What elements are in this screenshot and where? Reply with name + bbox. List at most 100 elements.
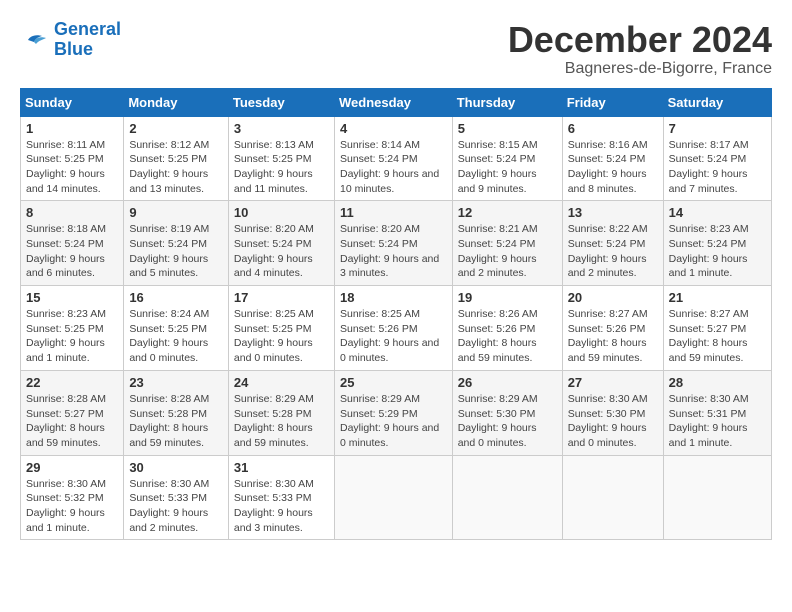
day-info: Sunrise: 8:26 AMSunset: 5:26 PMDaylight:… xyxy=(458,307,557,366)
day-number: 6 xyxy=(568,121,658,136)
calendar-cell: 1 Sunrise: 8:11 AMSunset: 5:25 PMDaylight… xyxy=(21,116,124,201)
day-number: 19 xyxy=(458,290,557,305)
calendar-cell: 26Sunrise: 8:29 AMSunset: 5:30 PMDayligh… xyxy=(452,370,562,455)
calendar-cell xyxy=(334,455,452,540)
day-info: Sunrise: 8:14 AMSunset: 5:24 PMDaylight:… xyxy=(340,138,447,197)
day-info: Sunrise: 8:13 AMSunset: 5:25 PMDaylight:… xyxy=(234,138,329,197)
calendar-cell: 2 Sunrise: 8:12 AMSunset: 5:25 PMDaylight… xyxy=(124,116,229,201)
calendar-cell: 20 Sunrise: 8:27 AMSunset: 5:26 PMDayligh… xyxy=(562,286,663,371)
calendar-cell: 4Sunrise: 8:14 AMSunset: 5:24 PMDaylight… xyxy=(334,116,452,201)
day-info: Sunrise: 8:15 AMSunset: 5:24 PMDaylight:… xyxy=(458,138,557,197)
calendar-cell xyxy=(663,455,771,540)
day-number: 17 xyxy=(234,290,329,305)
calendar-cell: 16 Sunrise: 8:24 AMSunset: 5:25 PMDayligh… xyxy=(124,286,229,371)
day-number: 7 xyxy=(669,121,766,136)
day-number: 31 xyxy=(234,460,329,475)
day-info: Sunrise: 8:17 AMSunset: 5:24 PMDaylight:… xyxy=(669,138,766,197)
day-number: 21 xyxy=(669,290,766,305)
calendar-cell: 24Sunrise: 8:29 AMSunset: 5:28 PMDayligh… xyxy=(228,370,334,455)
day-number: 15 xyxy=(26,290,118,305)
title-area: December 2024 Bagneres-de-Bigorre, Franc… xyxy=(508,20,772,78)
calendar-cell: 13Sunrise: 8:22 AMSunset: 5:24 PMDayligh… xyxy=(562,201,663,286)
calendar-cell: 28Sunrise: 8:30 AMSunset: 5:31 PMDayligh… xyxy=(663,370,771,455)
col-header-thursday: Thursday xyxy=(452,88,562,116)
day-info: Sunrise: 8:19 AMSunset: 5:24 PMDaylight:… xyxy=(129,222,223,281)
calendar-cell: 9Sunrise: 8:19 AMSunset: 5:24 PMDaylight… xyxy=(124,201,229,286)
day-number: 18 xyxy=(340,290,447,305)
calendar-body: 1 Sunrise: 8:11 AMSunset: 5:25 PMDaylight… xyxy=(21,116,772,540)
col-header-saturday: Saturday xyxy=(663,88,771,116)
day-info: Sunrise: 8:25 AMSunset: 5:25 PMDaylight:… xyxy=(234,307,329,366)
calendar-cell: 25 Sunrise: 8:29 AMSunset: 5:29 PMDayligh… xyxy=(334,370,452,455)
day-info: Sunrise: 8:30 AMSunset: 5:33 PMDaylight:… xyxy=(234,477,329,536)
location-title: Bagneres-de-Bigorre, France xyxy=(508,60,772,78)
calendar-cell: 17 Sunrise: 8:25 AMSunset: 5:25 PMDayligh… xyxy=(228,286,334,371)
col-header-tuesday: Tuesday xyxy=(228,88,334,116)
day-number: 2 xyxy=(129,121,223,136)
day-number: 30 xyxy=(129,460,223,475)
calendar-cell: 31 Sunrise: 8:30 AMSunset: 5:33 PMDayligh… xyxy=(228,455,334,540)
day-info: Sunrise: 8:29 AMSunset: 5:29 PMDaylight:… xyxy=(340,392,447,451)
calendar-week-2: 8 Sunrise: 8:18 AMSunset: 5:24 PMDaylight… xyxy=(21,201,772,286)
day-number: 1 xyxy=(26,121,118,136)
day-number: 25 xyxy=(340,375,447,390)
calendar-week-4: 22Sunrise: 8:28 AMSunset: 5:27 PMDayligh… xyxy=(21,370,772,455)
calendar-cell: 5Sunrise: 8:15 AMSunset: 5:24 PMDaylight… xyxy=(452,116,562,201)
calendar-cell xyxy=(452,455,562,540)
day-info: Sunrise: 8:29 AMSunset: 5:28 PMDaylight:… xyxy=(234,392,329,451)
day-info: Sunrise: 8:30 AMSunset: 5:33 PMDaylight:… xyxy=(129,477,223,536)
day-number: 10 xyxy=(234,205,329,220)
day-info: Sunrise: 8:24 AMSunset: 5:25 PMDaylight:… xyxy=(129,307,223,366)
col-header-sunday: Sunday xyxy=(21,88,124,116)
day-number: 20 xyxy=(568,290,658,305)
day-info: Sunrise: 8:18 AMSunset: 5:24 PMDaylight:… xyxy=(26,222,118,281)
calendar-week-5: 29Sunrise: 8:30 AMSunset: 5:32 PMDayligh… xyxy=(21,455,772,540)
calendar-cell: 23 Sunrise: 8:28 AMSunset: 5:28 PMDayligh… xyxy=(124,370,229,455)
calendar-header-row: SundayMondayTuesdayWednesdayThursdayFrid… xyxy=(21,88,772,116)
day-number: 26 xyxy=(458,375,557,390)
col-header-friday: Friday xyxy=(562,88,663,116)
day-number: 14 xyxy=(669,205,766,220)
day-number: 3 xyxy=(234,121,329,136)
day-info: Sunrise: 8:30 AMSunset: 5:32 PMDaylight:… xyxy=(26,477,118,536)
calendar-cell: 14 Sunrise: 8:23 AMSunset: 5:24 PMDayligh… xyxy=(663,201,771,286)
day-info: Sunrise: 8:11 AMSunset: 5:25 PMDaylight:… xyxy=(26,138,118,197)
day-info: Sunrise: 8:20 AMSunset: 5:24 PMDaylight:… xyxy=(234,222,329,281)
day-info: Sunrise: 8:21 AMSunset: 5:24 PMDaylight:… xyxy=(458,222,557,281)
calendar-cell: 10 Sunrise: 8:20 AMSunset: 5:24 PMDayligh… xyxy=(228,201,334,286)
calendar-cell: 27 Sunrise: 8:30 AMSunset: 5:30 PMDayligh… xyxy=(562,370,663,455)
day-number: 27 xyxy=(568,375,658,390)
day-info: Sunrise: 8:28 AMSunset: 5:28 PMDaylight:… xyxy=(129,392,223,451)
calendar-cell: 11 Sunrise: 8:20 AMSunset: 5:24 PMDayligh… xyxy=(334,201,452,286)
day-info: Sunrise: 8:23 AMSunset: 5:24 PMDaylight:… xyxy=(669,222,766,281)
logo-text: General Blue xyxy=(54,20,121,60)
calendar-week-1: 1 Sunrise: 8:11 AMSunset: 5:25 PMDaylight… xyxy=(21,116,772,201)
calendar-cell: 18Sunrise: 8:25 AMSunset: 5:26 PMDayligh… xyxy=(334,286,452,371)
day-info: Sunrise: 8:30 AMSunset: 5:30 PMDaylight:… xyxy=(568,392,658,451)
day-info: Sunrise: 8:23 AMSunset: 5:25 PMDaylight:… xyxy=(26,307,118,366)
day-number: 28 xyxy=(669,375,766,390)
calendar-cell: 21Sunrise: 8:27 AMSunset: 5:27 PMDayligh… xyxy=(663,286,771,371)
calendar-cell: 29Sunrise: 8:30 AMSunset: 5:32 PMDayligh… xyxy=(21,455,124,540)
day-number: 12 xyxy=(458,205,557,220)
calendar-cell: 19 Sunrise: 8:26 AMSunset: 5:26 PMDayligh… xyxy=(452,286,562,371)
calendar-week-3: 15 Sunrise: 8:23 AMSunset: 5:25 PMDayligh… xyxy=(21,286,772,371)
day-number: 23 xyxy=(129,375,223,390)
day-number: 13 xyxy=(568,205,658,220)
logo: General Blue xyxy=(20,20,121,60)
calendar-cell xyxy=(562,455,663,540)
day-info: Sunrise: 8:16 AMSunset: 5:24 PMDaylight:… xyxy=(568,138,658,197)
calendar-cell: 7 Sunrise: 8:17 AMSunset: 5:24 PMDaylight… xyxy=(663,116,771,201)
calendar-cell: 3 Sunrise: 8:13 AMSunset: 5:25 PMDaylight… xyxy=(228,116,334,201)
day-info: Sunrise: 8:28 AMSunset: 5:27 PMDaylight:… xyxy=(26,392,118,451)
page-header: General Blue December 2024 Bagneres-de-B… xyxy=(20,20,772,78)
col-header-wednesday: Wednesday xyxy=(334,88,452,116)
day-info: Sunrise: 8:27 AMSunset: 5:26 PMDaylight:… xyxy=(568,307,658,366)
day-info: Sunrise: 8:20 AMSunset: 5:24 PMDaylight:… xyxy=(340,222,447,281)
day-info: Sunrise: 8:12 AMSunset: 5:25 PMDaylight:… xyxy=(129,138,223,197)
day-number: 16 xyxy=(129,290,223,305)
calendar-cell: 22Sunrise: 8:28 AMSunset: 5:27 PMDayligh… xyxy=(21,370,124,455)
day-number: 11 xyxy=(340,205,447,220)
calendar-cell: 15 Sunrise: 8:23 AMSunset: 5:25 PMDayligh… xyxy=(21,286,124,371)
day-number: 8 xyxy=(26,205,118,220)
